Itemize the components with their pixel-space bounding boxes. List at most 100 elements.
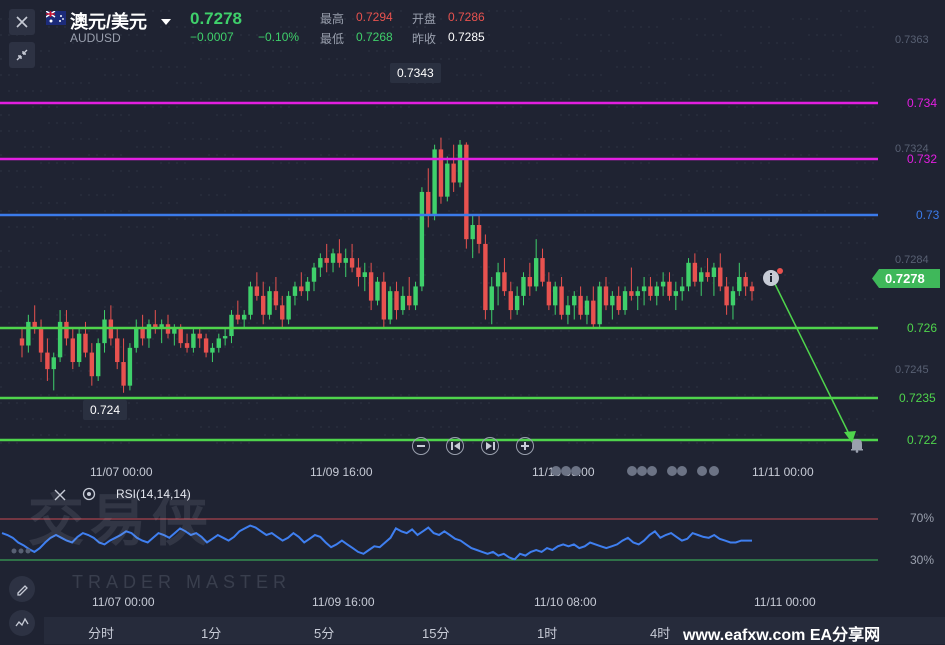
bg-dot [728, 10, 730, 12]
bg-dot [616, 146, 618, 148]
bg-dot [240, 90, 242, 92]
bg-dot [104, 154, 106, 156]
bg-dot [696, 250, 698, 252]
draw-tool-button[interactable] [9, 576, 35, 602]
bg-dot [488, 362, 490, 364]
bg-dot [272, 378, 274, 380]
bg-dot [800, 234, 802, 236]
bg-dot [496, 146, 498, 148]
timeframe-15m[interactable]: 15分 [422, 623, 449, 642]
bg-dot [88, 426, 90, 428]
bg-dot [664, 370, 666, 372]
bg-dot [400, 10, 402, 12]
bg-dot [744, 122, 746, 124]
bg-dot [32, 226, 34, 228]
bg-dot [256, 50, 258, 52]
bg-dot [528, 42, 530, 44]
bg-dot [320, 194, 322, 196]
rsi-close-icon[interactable] [54, 488, 66, 506]
bg-dot [792, 330, 794, 332]
zoom-out-button[interactable] [412, 437, 430, 455]
bg-dot [392, 26, 394, 28]
step-forward-button[interactable] [481, 437, 499, 455]
rsi-settings-icon[interactable] [82, 487, 96, 506]
bg-dot [504, 66, 506, 68]
bg-dot [504, 338, 506, 340]
bg-dot [144, 362, 146, 364]
bg-dot [136, 402, 138, 404]
bg-dot [744, 26, 746, 28]
bg-dot [256, 418, 258, 420]
bg-dot [504, 90, 506, 92]
bg-dot [688, 194, 690, 196]
bg-dot [712, 90, 714, 92]
rsi-x-tick: 11/09 16:00 [312, 595, 375, 609]
bg-dot [48, 162, 50, 164]
bg-dot [704, 170, 706, 172]
bg-dot [840, 226, 842, 228]
bg-dot [296, 354, 298, 356]
bg-dot [80, 218, 82, 220]
chevron-down-icon[interactable] [161, 14, 171, 32]
candle-body [337, 253, 342, 263]
bg-dot [408, 394, 410, 396]
bg-dot [536, 410, 538, 412]
bg-dot [672, 274, 674, 276]
bg-dot [16, 402, 18, 404]
bg-dot [824, 210, 826, 212]
candle-body [394, 291, 399, 311]
bg-dot [472, 90, 474, 92]
indicator-icon [15, 617, 29, 627]
candle-body [248, 286, 253, 315]
zoom-in-button[interactable] [516, 437, 534, 455]
bg-dot [480, 90, 482, 92]
timeframe-1m[interactable]: 1分 [201, 623, 221, 642]
bg-dot [64, 434, 66, 436]
timeframe-tick[interactable]: 分时 [88, 623, 114, 642]
bg-dot [576, 154, 578, 156]
bg-dot [592, 90, 594, 92]
candle-body [19, 338, 25, 346]
timeframe-1h[interactable]: 1时 [537, 623, 557, 642]
bg-dot [24, 266, 26, 268]
bg-dot [416, 138, 418, 140]
bg-dot [320, 82, 322, 84]
rsi-x-tick: 11/11 00:00 [754, 595, 816, 609]
candle-body [667, 281, 672, 296]
bg-dot [152, 418, 154, 420]
bg-dot [560, 274, 562, 276]
collapse-button[interactable] [9, 42, 35, 68]
bg-dot [464, 290, 466, 292]
step-back-button[interactable] [446, 437, 464, 455]
bg-dot [528, 66, 530, 68]
bg-dot [384, 434, 386, 436]
bg-dot [784, 330, 786, 332]
bg-dot [256, 146, 258, 148]
timeframe-5m[interactable]: 5分 [314, 623, 334, 642]
bg-dot [352, 362, 354, 364]
close-button[interactable] [9, 9, 35, 35]
bg-dot [768, 394, 770, 396]
bg-dot [760, 314, 762, 316]
bell-icon[interactable] [849, 437, 865, 453]
bg-dot [288, 10, 290, 12]
bg-dot [480, 322, 482, 324]
bg-dot [8, 442, 10, 444]
bg-dot [816, 170, 818, 172]
bg-dot [8, 250, 10, 252]
candle-body [102, 319, 107, 344]
bg-dot [96, 330, 98, 332]
bg-dot [744, 146, 746, 148]
bg-dot [176, 162, 178, 164]
indicator-tool-button[interactable] [9, 610, 35, 636]
bg-dot [112, 266, 114, 268]
bg-dot [24, 242, 26, 244]
info-icon[interactable] [762, 268, 783, 286]
bg-dot [160, 186, 162, 188]
timeframe-4h[interactable]: 4时 [650, 623, 670, 642]
bg-dot [336, 74, 338, 76]
bg-dot [728, 186, 730, 188]
candle-body [648, 286, 653, 296]
bg-dot [680, 234, 682, 236]
bg-dot [608, 50, 610, 52]
